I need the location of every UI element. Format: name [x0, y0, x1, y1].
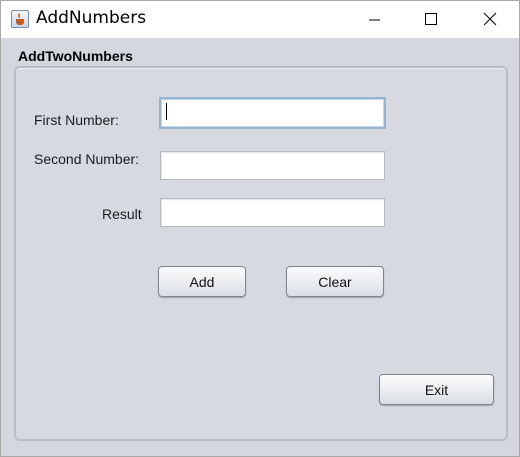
panel-title: AddTwoNumbers	[18, 48, 133, 64]
title-bar[interactable]: AddNumbers	[1, 1, 519, 38]
java-cup-icon	[11, 10, 29, 28]
first-number-input[interactable]	[161, 99, 384, 127]
maximize-button[interactable]	[408, 1, 454, 38]
close-button[interactable]	[466, 1, 512, 38]
minimize-button[interactable]	[351, 1, 397, 38]
first-number-field[interactable]	[159, 97, 386, 129]
content-pane: AddTwoNumbers First Number: Second Numbe…	[1, 38, 519, 456]
second-number-label: Second Number:	[34, 151, 140, 167]
add-button[interactable]: Add	[158, 266, 246, 297]
second-number-input[interactable]	[161, 152, 384, 179]
first-number-label: First Number:	[34, 112, 119, 128]
window-title: AddNumbers	[36, 8, 147, 28]
form-panel: First Number: Second Number: Result Add …	[14, 66, 508, 441]
close-icon	[483, 12, 497, 26]
app-window: AddNumbers AddTwoNumbers First Number: S…	[0, 0, 520, 457]
result-field[interactable]	[160, 198, 385, 227]
maximize-icon	[425, 13, 437, 25]
result-input[interactable]	[161, 199, 384, 226]
second-number-field[interactable]	[160, 151, 385, 180]
exit-button[interactable]: Exit	[379, 374, 494, 405]
result-label: Result	[102, 206, 142, 222]
minimize-icon	[369, 19, 380, 21]
clear-button[interactable]: Clear	[286, 266, 384, 297]
text-caret	[166, 103, 167, 120]
